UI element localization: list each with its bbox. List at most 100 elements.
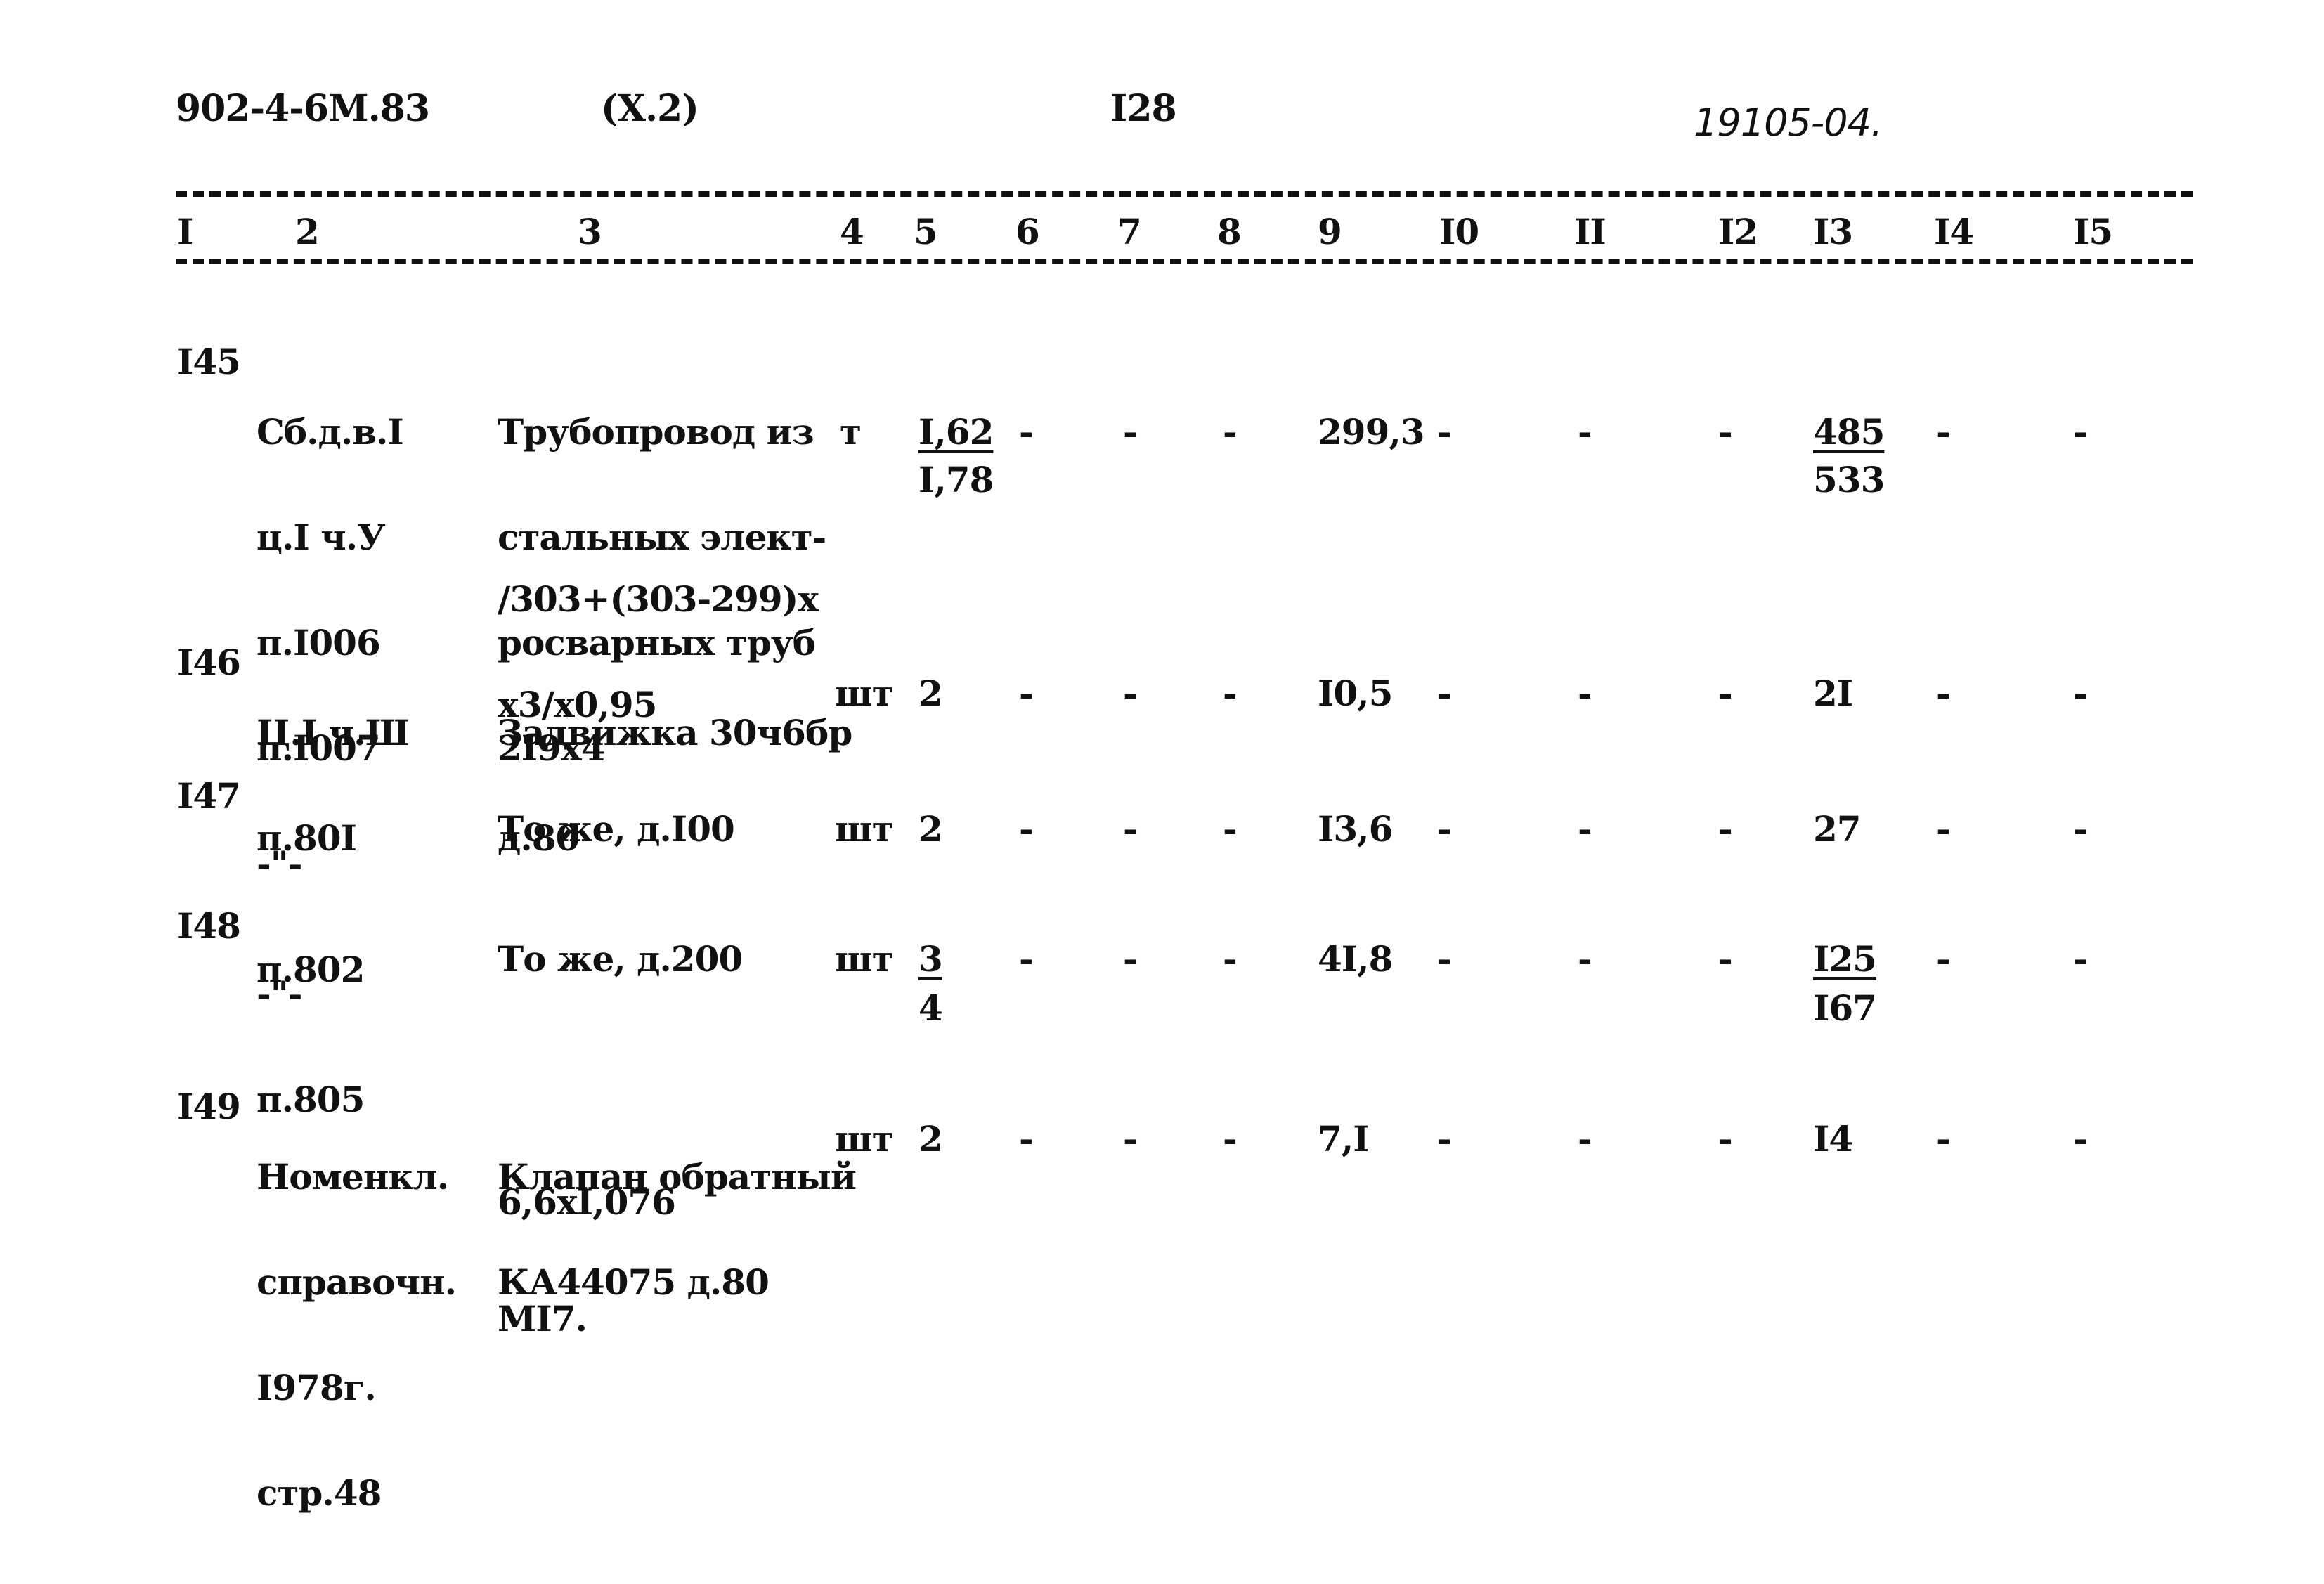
cell-col13: 27 bbox=[1813, 808, 1862, 850]
document-code: 902-4-6М.83 bbox=[176, 87, 430, 130]
cell-col11: - bbox=[1578, 673, 1592, 714]
row-description: Задвижка 30ч6бр д.80 bbox=[498, 645, 852, 926]
cell-col15: - bbox=[2073, 1118, 2088, 1160]
row-formula: 6,6хI,076 bbox=[498, 1181, 676, 1223]
cell-col8: - bbox=[1223, 938, 1238, 980]
cell-col15: - bbox=[2073, 938, 2088, 980]
header-top-rule bbox=[176, 191, 2193, 197]
column-header: II bbox=[1574, 211, 1606, 252]
cell-col9: 7,I bbox=[1318, 1118, 1370, 1160]
quantity-numerator: 3 bbox=[918, 938, 943, 980]
cell-col12: - bbox=[1718, 938, 1733, 980]
source-line: стр.48 bbox=[257, 1472, 382, 1514]
cell-col14: - bbox=[1936, 411, 1951, 453]
unit: т bbox=[840, 411, 862, 453]
quantity: 2 bbox=[918, 1118, 943, 1160]
cell-col13: I4 bbox=[1813, 1118, 1853, 1160]
description-line: КА44075 д.80 bbox=[498, 1261, 770, 1303]
cell-col13-denominator: 533 bbox=[1813, 459, 1885, 500]
row-description: То же, д.200 bbox=[498, 938, 743, 980]
cell-col9: I0,5 bbox=[1318, 673, 1393, 714]
row-source: Номенкл. справочн. I978г. стр.48 bbox=[257, 1089, 457, 1581]
cell-col8: - bbox=[1223, 673, 1238, 714]
unit: шт bbox=[835, 808, 894, 850]
cell-col6: - bbox=[1019, 1118, 1034, 1160]
cell-col11: - bbox=[1578, 1118, 1592, 1160]
source-line: Ц.I ч.Ш bbox=[257, 712, 410, 753]
cell-col13: 2I bbox=[1813, 673, 1853, 714]
cell-col11: - bbox=[1578, 411, 1592, 453]
unit: шт bbox=[835, 938, 894, 980]
cell-col13-numerator: I25 bbox=[1813, 938, 1877, 980]
column-header: I3 bbox=[1813, 211, 1853, 252]
handwritten-reference: 19105-04. bbox=[1694, 100, 1883, 145]
source-line: справочн. bbox=[257, 1261, 457, 1303]
cell-col7: - bbox=[1123, 938, 1138, 980]
column-header: 4 bbox=[840, 211, 864, 252]
quantity-denominator: 4 bbox=[918, 987, 943, 1029]
row-number: I47 bbox=[177, 775, 241, 817]
cell-col14: - bbox=[1936, 1118, 1951, 1160]
unit: шт bbox=[835, 1118, 894, 1160]
cell-col7: - bbox=[1123, 808, 1138, 850]
row-description: То же, д.I00 bbox=[498, 808, 735, 850]
source-line: Номенкл. bbox=[257, 1156, 449, 1197]
cell-col14: - bbox=[1936, 808, 1951, 850]
cell-col7: - bbox=[1123, 1118, 1138, 1160]
cell-col13-numerator: 485 bbox=[1813, 411, 1885, 453]
cell-col6: - bbox=[1019, 411, 1034, 453]
column-header: 5 bbox=[914, 211, 938, 252]
column-header: 6 bbox=[1015, 211, 1040, 252]
cell-col6: - bbox=[1019, 808, 1034, 850]
column-header: 8 bbox=[1217, 211, 1242, 252]
column-header: I bbox=[177, 211, 193, 252]
cell-col6: - bbox=[1019, 673, 1034, 714]
row-number: I49 bbox=[177, 1086, 241, 1127]
cell-col9: I3,6 bbox=[1318, 808, 1393, 850]
formula-line: /303+(303-299)х bbox=[498, 578, 819, 620]
column-header: I4 bbox=[1934, 211, 1974, 252]
column-header: 2 bbox=[295, 211, 320, 252]
cell-col14: - bbox=[1936, 673, 1951, 714]
cell-col10: - bbox=[1437, 411, 1452, 453]
cell-col9: 299,3 bbox=[1318, 411, 1425, 453]
source-line: ц.I ч.У bbox=[257, 517, 386, 558]
cell-col8: - bbox=[1223, 808, 1238, 850]
cell-col10: - bbox=[1437, 808, 1452, 850]
column-header: 3 bbox=[578, 211, 602, 252]
column-header: 7 bbox=[1117, 211, 1142, 252]
quantity: 2 bbox=[918, 808, 943, 850]
cell-col12: - bbox=[1718, 411, 1733, 453]
section-label: (X.2) bbox=[601, 87, 699, 130]
source-line: -"- bbox=[257, 843, 303, 885]
row-number: I48 bbox=[177, 905, 241, 947]
cell-col7: - bbox=[1123, 411, 1138, 453]
unit: шт bbox=[835, 673, 894, 714]
footer-note: МI7. bbox=[498, 1298, 588, 1339]
cell-col15: - bbox=[2073, 808, 2088, 850]
source-line: I978г. bbox=[257, 1367, 377, 1408]
column-header: 9 bbox=[1318, 211, 1342, 252]
cell-col14: - bbox=[1936, 938, 1951, 980]
cell-col12: - bbox=[1718, 673, 1733, 714]
row-number: I46 bbox=[177, 642, 241, 683]
description-line: Трубопровод из bbox=[498, 411, 814, 453]
cell-col11: - bbox=[1578, 938, 1592, 980]
cell-col11: - bbox=[1578, 808, 1592, 850]
cell-col10: - bbox=[1437, 673, 1452, 714]
column-header: I2 bbox=[1718, 211, 1758, 252]
cell-col15: - bbox=[2073, 673, 2088, 714]
cell-col10: - bbox=[1437, 938, 1452, 980]
cell-col12: - bbox=[1718, 808, 1733, 850]
quantity-denominator: I,78 bbox=[918, 459, 994, 500]
cell-col7: - bbox=[1123, 673, 1138, 714]
cell-col12: - bbox=[1718, 1118, 1733, 1160]
quantity: 2 bbox=[918, 673, 943, 714]
cell-col8: - bbox=[1223, 411, 1238, 453]
cell-col10: - bbox=[1437, 1118, 1452, 1160]
source-line: Сб.д.в.I bbox=[257, 411, 404, 453]
quantity-numerator: I,62 bbox=[918, 411, 994, 453]
column-header: I5 bbox=[2073, 211, 2113, 252]
source-line: -"- bbox=[257, 973, 303, 1015]
cell-col6: - bbox=[1019, 938, 1034, 980]
